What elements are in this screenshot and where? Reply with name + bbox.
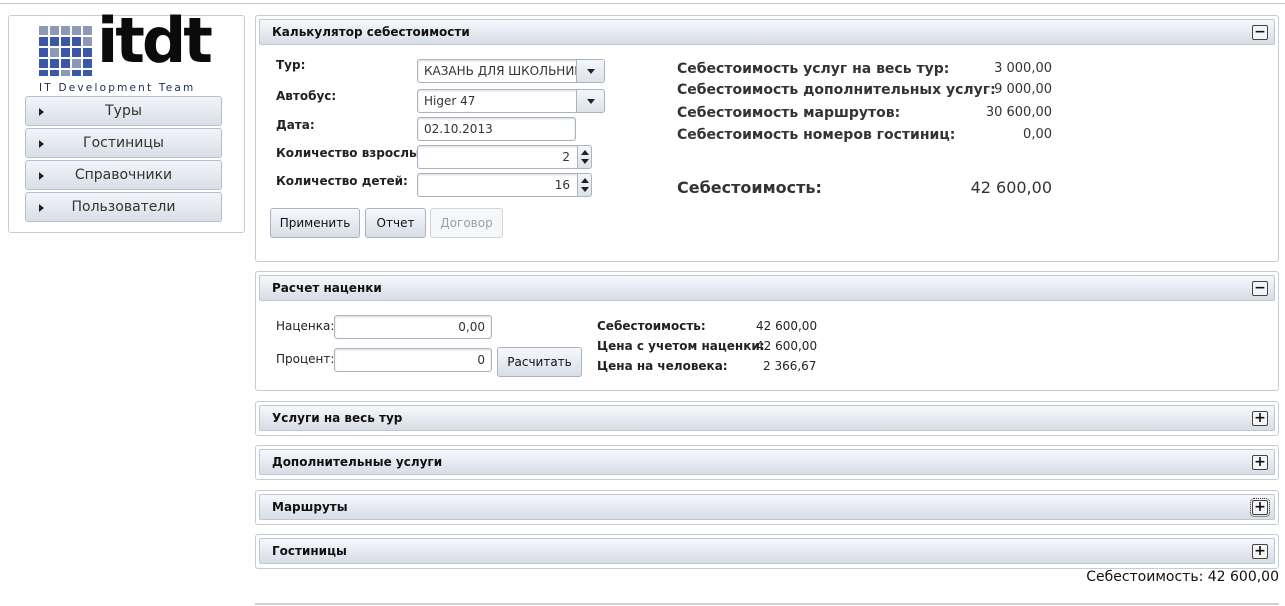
panel-title: Дополнительные услуги	[272, 455, 443, 469]
panel-title: Расчет наценки	[272, 281, 382, 295]
price-per-person-label: Цена на человека:	[597, 359, 728, 373]
additional-services-header[interactable]: Дополнительные услуги +	[259, 449, 1275, 475]
adults-label: Количество взрослых:	[276, 146, 433, 160]
markup-field[interactable]: 0,00	[334, 315, 492, 339]
chevron-right-icon	[39, 172, 44, 180]
report-button[interactable]: Отчет	[365, 208, 426, 238]
nav-item-label: Гостиницы	[83, 135, 164, 151]
price-with-markup-label: Цена с учетом наценки:	[597, 339, 765, 353]
company-logo: itdt IT Development Team	[37, 10, 227, 104]
nav-item-references[interactable]: Справочники	[25, 160, 222, 190]
panel-title: Гостиницы	[272, 544, 347, 558]
nav-item-hotels[interactable]: Гостиницы	[25, 128, 222, 158]
summary-label: Себестоимость услуг на весь тур:	[677, 61, 950, 77]
logo-wordmark: itdt	[97, 4, 213, 77]
summary-label: Себестоимость номеров гостиниц:	[677, 127, 956, 143]
summary-value: 3 000,00	[994, 61, 1052, 76]
price-per-person-value: 2 366,67	[763, 359, 817, 373]
total-cost-value: 42 600,00	[970, 178, 1052, 197]
logo-tagline: IT Development Team	[39, 82, 196, 94]
additional-services-panel: Дополнительные услуги +	[255, 445, 1279, 480]
adults-value: 2	[562, 150, 570, 164]
date-field[interactable]: 02.10.2013	[417, 117, 576, 141]
cost-calculator-panel: Калькулятор себестоимости − Тур: КАЗАНЬ …	[255, 15, 1279, 262]
bus-select[interactable]: Higer 47	[417, 89, 605, 113]
summary-value: 30 600,00	[985, 105, 1052, 120]
summary-value: 9 000,00	[994, 82, 1052, 97]
percent-field[interactable]: 0	[334, 348, 492, 372]
hotels-header[interactable]: Гостиницы +	[259, 538, 1275, 564]
expand-icon[interactable]: +	[1252, 455, 1268, 470]
logo-grid-icon	[39, 26, 93, 76]
percent-label: Процент:	[276, 352, 335, 366]
summary-value: 0,00	[1023, 127, 1052, 142]
cost-label: Себестоимость:	[597, 319, 706, 333]
hotels-panel: Гостиницы +	[255, 534, 1279, 569]
tour-label: Тур:	[276, 58, 306, 72]
markup-header[interactable]: Расчет наценки −	[259, 275, 1275, 301]
routes-header[interactable]: Маршруты +	[259, 494, 1275, 520]
markup-panel: Расчет наценки − Наценка: 0,00 Процент: …	[255, 271, 1279, 391]
bus-label: Автобус:	[276, 89, 337, 103]
chevron-down-icon[interactable]	[576, 90, 604, 112]
arrow-up-icon[interactable]	[581, 178, 589, 183]
tour-services-panel: Услуги на весь тур +	[255, 401, 1279, 436]
summary-label: Себестоимость маршрутов:	[677, 105, 901, 121]
footer-total: Себестоимость: 42 600,00	[1086, 569, 1279, 585]
children-value: 16	[554, 178, 570, 192]
chevron-right-icon	[39, 140, 44, 148]
chevron-down-icon[interactable]	[576, 60, 604, 82]
nav-item-users[interactable]: Пользователи	[25, 192, 222, 222]
panel-title: Услуги на весь тур	[272, 411, 403, 425]
tour-services-header[interactable]: Услуги на весь тур +	[259, 405, 1275, 431]
bus-select-value: Higer 47	[424, 94, 476, 108]
arrow-down-icon[interactable]	[581, 159, 589, 164]
markup-label: Наценка:	[276, 319, 335, 333]
panel-title: Калькулятор себестоимости	[272, 25, 470, 39]
arrow-down-icon[interactable]	[581, 187, 589, 192]
apply-button[interactable]: Применить	[270, 208, 360, 238]
chevron-right-icon	[39, 204, 44, 212]
nav-item-label: Пользователи	[71, 199, 176, 215]
chevron-right-icon	[39, 108, 44, 116]
tour-select[interactable]: КАЗАНЬ ДЛЯ ШКОЛЬНИКОВ	[417, 59, 605, 83]
date-label: Дата:	[276, 118, 315, 132]
expand-icon[interactable]: +	[1250, 498, 1270, 517]
children-stepper[interactable]: 16	[417, 173, 592, 197]
contract-button[interactable]: Договор	[430, 208, 503, 238]
adults-stepper[interactable]: 2	[417, 145, 592, 169]
sidebar: itdt IT Development Team Туры Гостиницы …	[8, 10, 245, 233]
stepper-buttons[interactable]	[577, 174, 591, 196]
tour-select-value: КАЗАНЬ ДЛЯ ШКОЛЬНИКОВ	[424, 64, 601, 78]
cost-calculator-header[interactable]: Калькулятор себестоимости −	[259, 19, 1275, 45]
cost-value: 42 600,00	[756, 319, 818, 333]
collapse-icon[interactable]: −	[1252, 281, 1268, 296]
price-with-markup-value: 42 600,00	[756, 339, 818, 353]
children-label: Количество детей:	[276, 174, 408, 188]
bottom-divider	[255, 603, 1279, 605]
routes-panel: Маршруты +	[255, 490, 1279, 525]
expand-icon[interactable]: +	[1252, 544, 1268, 559]
expand-icon[interactable]: +	[1252, 411, 1268, 426]
nav-item-label: Туры	[105, 103, 142, 119]
collapse-icon[interactable]: −	[1252, 25, 1268, 40]
total-cost-label: Себестоимость:	[677, 178, 822, 197]
stepper-buttons[interactable]	[577, 146, 591, 168]
nav-item-tours[interactable]: Туры	[25, 96, 222, 126]
panel-title: Маршруты	[272, 500, 348, 514]
arrow-up-icon[interactable]	[581, 150, 589, 155]
calculate-button[interactable]: Расчитать	[497, 347, 582, 377]
nav-item-label: Справочники	[74, 167, 173, 183]
